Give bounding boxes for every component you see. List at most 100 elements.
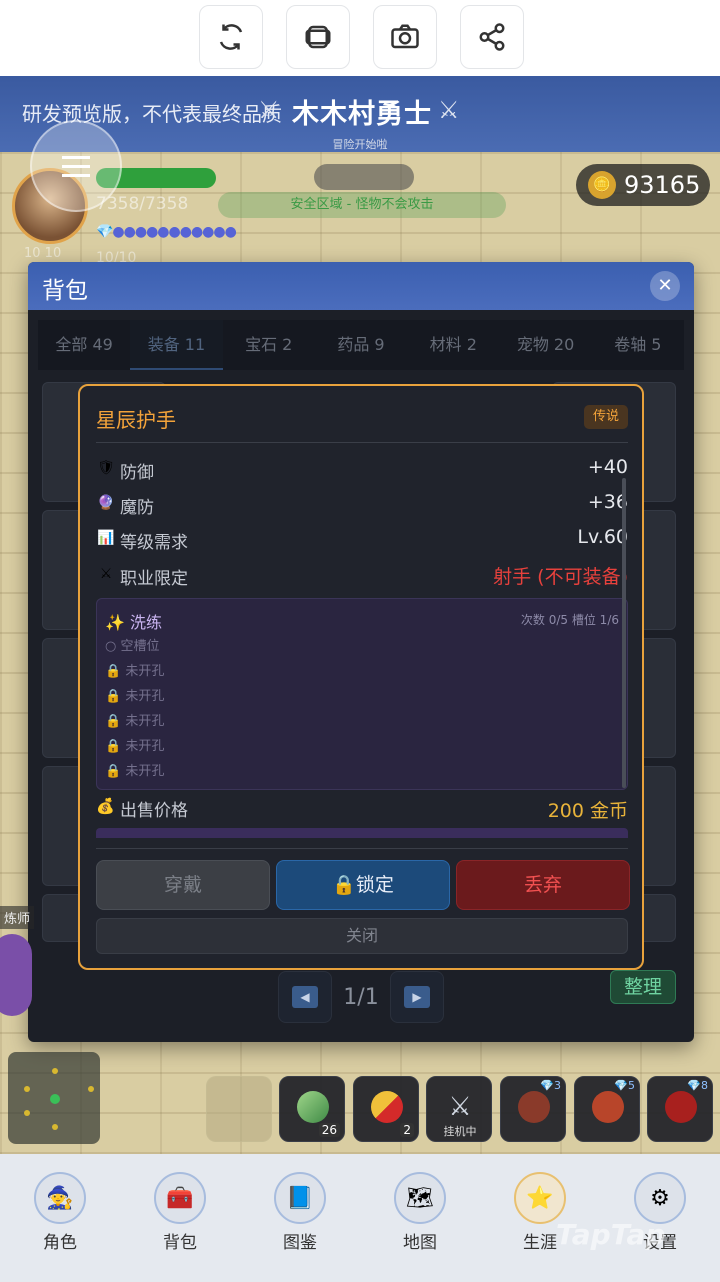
game-title: 木木村勇士 — [292, 99, 432, 130]
sell-price-row: 💰 出售价格 200 金币 — [96, 796, 628, 824]
scrollbar[interactable] — [622, 478, 626, 788]
skill-slot[interactable]: 💎3 — [500, 1076, 566, 1142]
item-name: 星辰护手 — [96, 408, 176, 432]
pager: ◀ 1/1 ▶ — [278, 970, 444, 1024]
screenshot-button[interactable] — [373, 5, 437, 69]
nav-label: 地图 — [403, 1233, 437, 1253]
refine-meta: 次数 0/5 槽位 1/6 — [520, 613, 619, 627]
close-button[interactable]: 关闭 — [96, 918, 628, 954]
safe-zone-banner: 安全区域 - 怪物不会攻击 — [218, 192, 506, 218]
pill-icon — [371, 1091, 403, 1123]
wear-button[interactable]: 穿戴 — [96, 860, 270, 910]
money-bag-icon: 💰 — [96, 797, 115, 815]
coin-counter: 🪙 93165 — [576, 164, 710, 206]
quick-slot[interactable] — [206, 1076, 272, 1142]
crystal-ball-icon: 🔮 — [97, 495, 115, 511]
nav-character[interactable]: 🧙 角色 — [0, 1154, 120, 1282]
watermark: TapTap — [556, 1218, 666, 1251]
refine-slot: 🔒 未开孔 — [105, 689, 165, 704]
chest-icon: 🧰 — [154, 1172, 206, 1224]
gear-icon: ⚙ — [634, 1172, 686, 1224]
swords-icon: ⚔ — [448, 1092, 472, 1122]
refine-slot: 🔒 未开孔 — [105, 739, 165, 754]
book-icon: 📘 — [274, 1172, 326, 1224]
refine-title: ✨ 洗练 — [105, 613, 163, 632]
tab-equipment[interactable]: 装备 11 — [130, 320, 223, 370]
menu-button[interactable] — [30, 120, 122, 212]
section-strip — [96, 828, 628, 838]
refresh-button[interactable] — [199, 5, 263, 69]
map-icon: 🗺 — [394, 1172, 446, 1224]
swords-icon: ⚔ — [99, 566, 113, 582]
stat-label: 防御 — [120, 463, 154, 483]
item-detail-popup: 星辰护手 传说 🛡 防御 +40 🔮 魔防 +36 📊 等级需求 Lv.60 ⚔… — [78, 384, 644, 970]
star-icon: ⭐ — [514, 1172, 566, 1224]
quick-slot[interactable]: 2 — [353, 1076, 419, 1142]
tab-pets[interactable]: 宠物 20 — [499, 320, 591, 370]
refine-slot: 🔒 未开孔 — [105, 714, 165, 729]
hamburger-icon — [62, 164, 90, 168]
skill-cost: 💎8 — [687, 1079, 708, 1092]
next-page-button[interactable]: ▶ — [390, 971, 444, 1023]
tab-gems[interactable]: 宝石 2 — [223, 320, 315, 370]
tab-potions[interactable]: 药品 9 — [315, 320, 407, 370]
npc-avatar[interactable] — [0, 934, 32, 1016]
quick-slot[interactable]: 26 — [279, 1076, 345, 1142]
player-marker — [50, 1094, 60, 1104]
arrow-left-icon: ◀ — [292, 986, 318, 1008]
minimap-marker — [52, 1068, 58, 1074]
nav-label: 图鉴 — [283, 1233, 317, 1253]
skill-cost: 💎3 — [540, 1079, 561, 1092]
stat-label: 魔防 — [120, 498, 154, 518]
nav-bag[interactable]: 🧰 背包 — [120, 1154, 240, 1282]
stat-level-req: 📊 等级需求 Lv.60 — [96, 526, 628, 554]
rarity-badge: 传说 — [584, 405, 628, 429]
window-button[interactable] — [286, 5, 350, 69]
tab-all[interactable]: 全部 49 — [38, 320, 130, 370]
character-icon: 🧙 — [34, 1172, 86, 1224]
divider — [96, 848, 628, 849]
stat-value: 射手 (不可装备) — [493, 566, 628, 588]
arrow-right-icon: ▶ — [404, 986, 430, 1008]
minimap[interactable] — [8, 1052, 100, 1144]
close-icon[interactable]: ✕ — [650, 271, 680, 301]
nav-label: 背包 — [163, 1233, 197, 1253]
skill-slot[interactable]: 💎5 — [574, 1076, 640, 1142]
game-subtitle: 冒险开始啦 — [332, 138, 388, 151]
tab-materials[interactable]: 材料 2 — [407, 320, 499, 370]
refresh-icon — [219, 24, 243, 50]
stat-magic-defense: 🔮 魔防 +36 — [96, 491, 628, 519]
stat-value: +40 — [587, 456, 628, 478]
bag-title: 背包 — [42, 278, 88, 304]
skill-cost: 💎5 — [614, 1079, 635, 1092]
skill-slot[interactable]: 💎8 — [647, 1076, 713, 1142]
tab-scrolls[interactable]: 卷轴 5 — [592, 320, 684, 370]
prev-page-button[interactable]: ◀ — [278, 971, 332, 1023]
minimap-marker — [88, 1086, 94, 1092]
minimap-marker — [24, 1110, 30, 1116]
bag-tabs: 全部 49 装备 11 宝石 2 药品 9 材料 2 宠物 20 卷轴 5 — [38, 320, 684, 370]
nav-map[interactable]: 🗺 地图 — [360, 1154, 480, 1282]
slot-count: 26 — [318, 1123, 340, 1137]
refine-panel: ✨ 洗练 次数 0/5 槽位 1/6 ○ 空槽位 🔒 未开孔 🔒 未开孔 🔒 未… — [96, 598, 628, 790]
lock-button[interactable]: 🔒锁定 — [276, 860, 450, 910]
mp-dots: 💎●●●●●●●●●●● — [96, 224, 237, 240]
nav-codex[interactable]: 📘 图鉴 — [240, 1154, 360, 1282]
sell-value: 200 金币 — [547, 800, 628, 822]
browser-toolbar — [0, 0, 720, 76]
shield-icon: 🛡 — [97, 460, 115, 476]
refine-slot[interactable]: ○ 空槽位 — [105, 635, 159, 654]
player-level-small: 10 10 — [24, 246, 62, 261]
potion-icon — [297, 1091, 329, 1123]
auto-battle-slot[interactable]: ⚔ 挂机中 — [426, 1076, 492, 1142]
auto-battle-label: 挂机中 — [443, 1125, 477, 1138]
slot-count: 2 — [400, 1123, 414, 1137]
stat-defense: 🛡 防御 +40 — [96, 456, 628, 484]
npc-label: 炼师 — [0, 906, 35, 929]
sword-icon: ⚔ — [438, 96, 460, 124]
skill-icon — [592, 1091, 624, 1123]
skill-icon — [665, 1091, 697, 1123]
discard-button[interactable]: 丢弃 — [456, 860, 630, 910]
share-button[interactable] — [460, 5, 524, 69]
sort-button[interactable]: 整理 — [610, 970, 676, 1004]
